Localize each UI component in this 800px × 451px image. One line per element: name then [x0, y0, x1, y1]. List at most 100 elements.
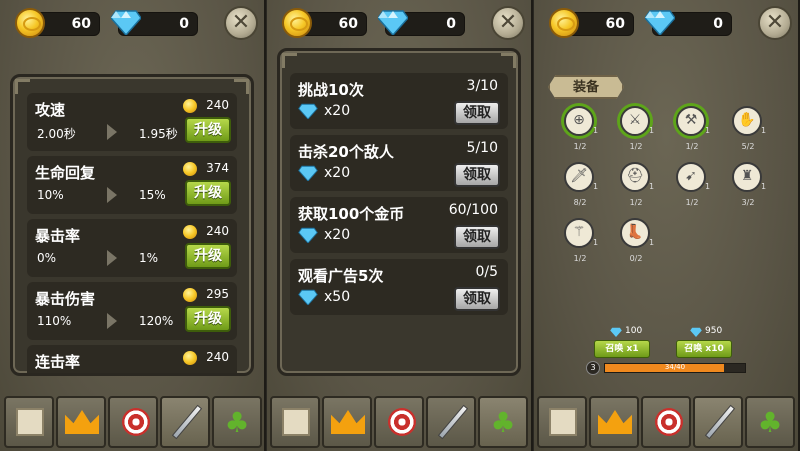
- slot-count: 1/2: [573, 142, 587, 151]
- tab-clover[interactable]: ♣: [745, 396, 795, 448]
- slot-count: 5/2: [741, 142, 755, 151]
- upgrade-name: 攻速: [35, 101, 66, 119]
- target-icon: [655, 408, 683, 436]
- quest-row: 观看广告5次 0/5 x50 领取: [290, 259, 508, 315]
- next-value: 1.95秒: [139, 127, 178, 141]
- current-value: 10%: [37, 188, 64, 202]
- quest-row: 击杀20个敌人 5/10 x20 领取: [290, 135, 508, 191]
- coin-icon: [282, 8, 312, 38]
- upgrade-button[interactable]: 升级: [185, 243, 231, 269]
- arrow-right-icon: [107, 124, 117, 140]
- equipment-slot[interactable]: ⚔ 1 1/2: [616, 106, 656, 156]
- equipment-slot[interactable]: ➹ 1 1/2: [672, 162, 712, 212]
- gem-counter: 0: [111, 10, 198, 36]
- tab-target[interactable]: [108, 396, 158, 448]
- tab-target[interactable]: [641, 396, 691, 448]
- equipment-slot[interactable]: ⚒ 1 1/2: [672, 106, 712, 156]
- target-icon: [122, 408, 150, 436]
- gem-icon: [298, 289, 318, 305]
- xp-progress-bar: 34/40: [604, 363, 746, 373]
- claim-button[interactable]: 领取: [454, 225, 500, 249]
- upgrade-name: 生命回复: [35, 164, 96, 182]
- sword-icon: [704, 404, 736, 440]
- tab-scroll[interactable]: [270, 396, 320, 448]
- summon-x10-button[interactable]: 召唤 x10: [676, 340, 732, 358]
- tab-sword[interactable]: [160, 396, 210, 448]
- equipment-slot[interactable]: ⚚ 1 1/2: [560, 218, 600, 268]
- quest-row: 获取100个金币 60/100 x20 领取: [290, 197, 508, 253]
- arrow-right-icon: [107, 250, 117, 266]
- clover-icon: ♣: [224, 406, 250, 439]
- summon-x1-cost: 100: [625, 326, 643, 336]
- quest-name: 击杀20个敌人: [298, 143, 394, 161]
- slot-count: 3/2: [741, 198, 755, 207]
- tab-crown[interactable]: [322, 396, 372, 448]
- gem-value: 0: [446, 16, 456, 32]
- tab-scroll[interactable]: [537, 396, 587, 448]
- tab-crown[interactable]: [56, 396, 106, 448]
- equipment-slot[interactable]: ♜ 1 3/2: [728, 162, 768, 212]
- close-button[interactable]: ✕: [758, 6, 792, 40]
- claim-button[interactable]: 领取: [454, 163, 500, 187]
- upgrade-button[interactable]: 升级: [185, 180, 231, 206]
- tab-scroll[interactable]: [4, 396, 54, 448]
- tab-sword[interactable]: [426, 396, 476, 448]
- equipment-panel: 60 0 ✕ 装备 ⊕ 1 1/2 ⚔ 1 1/2 ⚒ 1 1/2 ✋ 1 5/…: [534, 0, 800, 451]
- claim-button[interactable]: 领取: [454, 101, 500, 125]
- close-button[interactable]: ✕: [491, 6, 525, 40]
- slot-count: 1/2: [685, 142, 699, 151]
- clover-icon: ♣: [757, 406, 783, 439]
- xp-progress-text: 34/40: [664, 363, 686, 371]
- coin-value: 60: [71, 16, 91, 32]
- coin-value: 60: [605, 16, 625, 32]
- upgrade-name: 连击率: [35, 353, 81, 371]
- coin-icon: [183, 225, 197, 239]
- tab-sword[interactable]: [693, 396, 743, 448]
- slot-count: 1/2: [573, 254, 587, 263]
- upgrade-button[interactable]: 升级: [185, 117, 231, 143]
- gem-icon: [690, 327, 702, 337]
- coin-counter: 60: [282, 8, 367, 38]
- equipment-slot[interactable]: 🗡 1 8/2: [560, 162, 600, 212]
- top-bar: 60 0 ✕: [540, 6, 792, 40]
- quest-progress: 60/100: [448, 202, 498, 218]
- close-button[interactable]: ✕: [224, 6, 258, 40]
- gem-icon: [298, 227, 318, 243]
- slot-level: 1: [649, 182, 655, 191]
- current-value: 0%: [37, 251, 57, 265]
- upgrade-cost: 374: [206, 161, 229, 175]
- claim-button[interactable]: 领取: [454, 287, 500, 311]
- summon-x1-button[interactable]: 召唤 x1: [594, 340, 650, 358]
- scroll-icon: [16, 408, 44, 436]
- current-value: 2.00秒: [37, 127, 76, 141]
- upgrade-cost: 240: [206, 98, 229, 112]
- current-value: 110%: [37, 314, 72, 328]
- upgrade-button[interactable]: 升级: [185, 306, 231, 332]
- quest-name: 获取100个金币: [298, 205, 405, 223]
- sword-icon: [437, 404, 469, 440]
- equipment-slot[interactable]: 👢 1 0/2: [616, 218, 656, 268]
- top-bar: 60 0 ✕: [6, 6, 258, 40]
- equipment-slot[interactable]: ✋ 1 5/2: [728, 106, 768, 156]
- tab-clover[interactable]: ♣: [478, 396, 528, 448]
- coin-counter: 60: [15, 8, 100, 38]
- upgrade-row: 生命回复 374 10% 15% 升级: [27, 156, 237, 214]
- slot-count: 0/2: [629, 254, 643, 263]
- gem-counter: 0: [645, 10, 732, 36]
- slot-level: 1: [705, 182, 711, 191]
- gem-icon: [610, 327, 622, 337]
- equipment-slot[interactable]: ⊕ 1 1/2: [560, 106, 600, 156]
- quest-reward: x20: [324, 103, 351, 119]
- tab-crown[interactable]: [589, 396, 639, 448]
- tab-clover[interactable]: ♣: [212, 396, 262, 448]
- quest-progress: 0/5: [475, 264, 498, 280]
- scroll-icon: [282, 408, 310, 436]
- equipment-slot[interactable]: ⛑ 1 1/2: [616, 162, 656, 212]
- upgrade-row: 攻速 240 2.00秒 1.95秒 升级: [27, 93, 237, 151]
- tab-target[interactable]: [374, 396, 424, 448]
- bow-icon: ➹: [685, 168, 697, 184]
- upgrade-list-frame: 攻速 240 2.00秒 1.95秒 升级 生命回复 374 10% 15% 升…: [10, 74, 254, 376]
- wand-icon: ⚚: [572, 224, 586, 240]
- gem-icon: [298, 103, 318, 119]
- quest-panel: 60 0 ✕ 挑战10次 3/10 x20 领取 击杀20个敌人 5/10 x2…: [267, 0, 533, 451]
